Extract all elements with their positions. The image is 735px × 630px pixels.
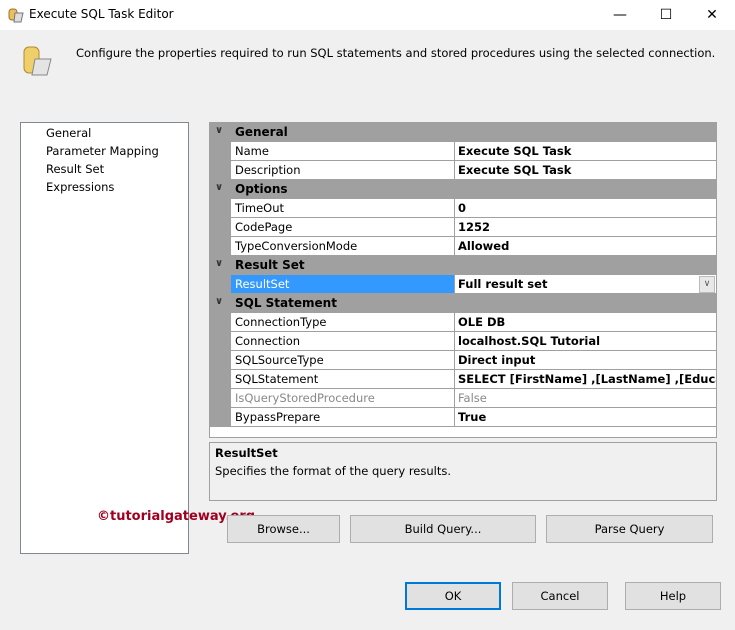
description-title: ResultSet <box>215 446 278 460</box>
property-row[interactable]: ConnectionType OLE DB <box>210 313 716 332</box>
row-gutter <box>210 408 231 427</box>
row-gutter <box>210 142 231 161</box>
browse-button[interactable]: Browse... <box>227 515 340 543</box>
property-name[interactable]: ResultSet <box>231 275 455 294</box>
property-row[interactable]: SQLSourceType Direct input <box>210 351 716 370</box>
category-label: General <box>235 125 288 139</box>
property-row[interactable]: TimeOut 0 <box>210 199 716 218</box>
row-gutter <box>210 237 231 256</box>
maximize-button[interactable]: ☐ <box>643 0 689 30</box>
cancel-button[interactable]: Cancel <box>512 582 608 610</box>
property-name[interactable]: BypassPrepare <box>231 408 455 427</box>
row-gutter <box>210 275 231 294</box>
parse-query-button[interactable]: Parse Query <box>546 515 713 543</box>
property-value[interactable]: 0 <box>455 199 716 218</box>
property-name[interactable]: ConnectionType <box>231 313 455 332</box>
category-resultset[interactable]: ∨ Result Set <box>210 256 716 275</box>
property-row[interactable]: CodePage 1252 <box>210 218 716 237</box>
chevron-down-icon[interactable]: ∨ <box>215 182 223 193</box>
row-gutter <box>210 313 231 332</box>
help-button[interactable]: Help <box>625 582 721 610</box>
property-value[interactable]: Execute SQL Task <box>455 161 716 180</box>
property-value[interactable]: Full result set <box>455 275 716 294</box>
property-row[interactable]: Name Execute SQL Task <box>210 142 716 161</box>
nav-item-parameter-mapping[interactable]: Parameter Mapping <box>46 144 159 158</box>
row-gutter <box>210 161 231 180</box>
chevron-down-icon[interactable]: ∨ <box>215 296 223 307</box>
property-name[interactable]: Name <box>231 142 455 161</box>
property-row[interactable]: Connection localhost.SQL Tutorial <box>210 332 716 351</box>
property-value[interactable]: 1252 <box>455 218 716 237</box>
property-name[interactable]: Connection <box>231 332 455 351</box>
row-gutter <box>210 370 231 389</box>
property-value[interactable]: Direct input <box>455 351 716 370</box>
property-value[interactable]: Execute SQL Task <box>455 142 716 161</box>
property-row[interactable]: BypassPrepare True <box>210 408 716 427</box>
dropdown-arrow-icon[interactable]: ∨ <box>699 276 715 293</box>
category-label: Options <box>235 182 288 196</box>
title-bar: Execute SQL Task Editor — ☐ ✕ <box>0 0 735 30</box>
nav-item-general[interactable]: General <box>46 126 91 140</box>
property-value[interactable]: False <box>455 389 716 408</box>
property-row[interactable]: IsQueryStoredProcedure False <box>210 389 716 408</box>
property-description-panel: ResultSet Specifies the format of the qu… <box>209 442 717 501</box>
property-row[interactable]: SQLStatement SELECT [FirstName] ,[LastNam… <box>210 370 716 389</box>
row-gutter <box>210 351 231 370</box>
property-row[interactable]: TypeConversionMode Allowed <box>210 237 716 256</box>
sql-task-icon <box>8 8 24 23</box>
property-row[interactable]: Description Execute SQL Task <box>210 161 716 180</box>
row-gutter <box>210 218 231 237</box>
category-general[interactable]: ∨ General <box>210 123 716 142</box>
page-navigation: General Parameter Mapping Result Set Exp… <box>20 122 189 554</box>
minimize-button[interactable]: — <box>597 0 643 30</box>
description-text: Specifies the format of the query result… <box>215 464 452 478</box>
property-name[interactable]: SQLSourceType <box>231 351 455 370</box>
property-value[interactable]: localhost.SQL Tutorial <box>455 332 716 351</box>
category-sql[interactable]: ∨ SQL Statement <box>210 294 716 313</box>
property-name[interactable]: CodePage <box>231 218 455 237</box>
property-name[interactable]: TimeOut <box>231 199 455 218</box>
property-value[interactable]: True <box>455 408 716 427</box>
category-label: SQL Statement <box>235 296 337 310</box>
nav-item-result-set[interactable]: Result Set <box>46 162 104 176</box>
property-row[interactable]: ResultSet Full result set ∨ <box>210 275 716 294</box>
nav-item-expressions[interactable]: Expressions <box>46 180 114 194</box>
row-gutter <box>210 332 231 351</box>
build-query-button[interactable]: Build Query... <box>350 515 536 543</box>
row-gutter <box>210 199 231 218</box>
property-name[interactable]: Description <box>231 161 455 180</box>
property-value[interactable]: SELECT [FirstName] ,[LastName] ,[Educati… <box>455 370 716 389</box>
close-button[interactable]: ✕ <box>689 0 735 30</box>
property-name[interactable]: TypeConversionMode <box>231 237 455 256</box>
chevron-down-icon[interactable]: ∨ <box>215 125 223 136</box>
property-value[interactable]: Allowed <box>455 237 716 256</box>
window-title: Execute SQL Task Editor <box>29 7 174 21</box>
chevron-down-icon[interactable]: ∨ <box>215 258 223 269</box>
property-name[interactable]: IsQueryStoredProcedure <box>231 389 455 408</box>
ok-button[interactable]: OK <box>405 582 501 610</box>
property-name[interactable]: SQLStatement <box>231 370 455 389</box>
property-value[interactable]: OLE DB <box>455 313 716 332</box>
category-label: Result Set <box>235 258 305 272</box>
database-script-icon <box>23 46 52 76</box>
row-gutter <box>210 389 231 408</box>
header-description: Configure the properties required to run… <box>76 46 716 60</box>
property-grid: ∨ General Name Execute SQL Task Description E… <box>209 122 717 438</box>
category-options[interactable]: ∨ Options <box>210 180 716 199</box>
